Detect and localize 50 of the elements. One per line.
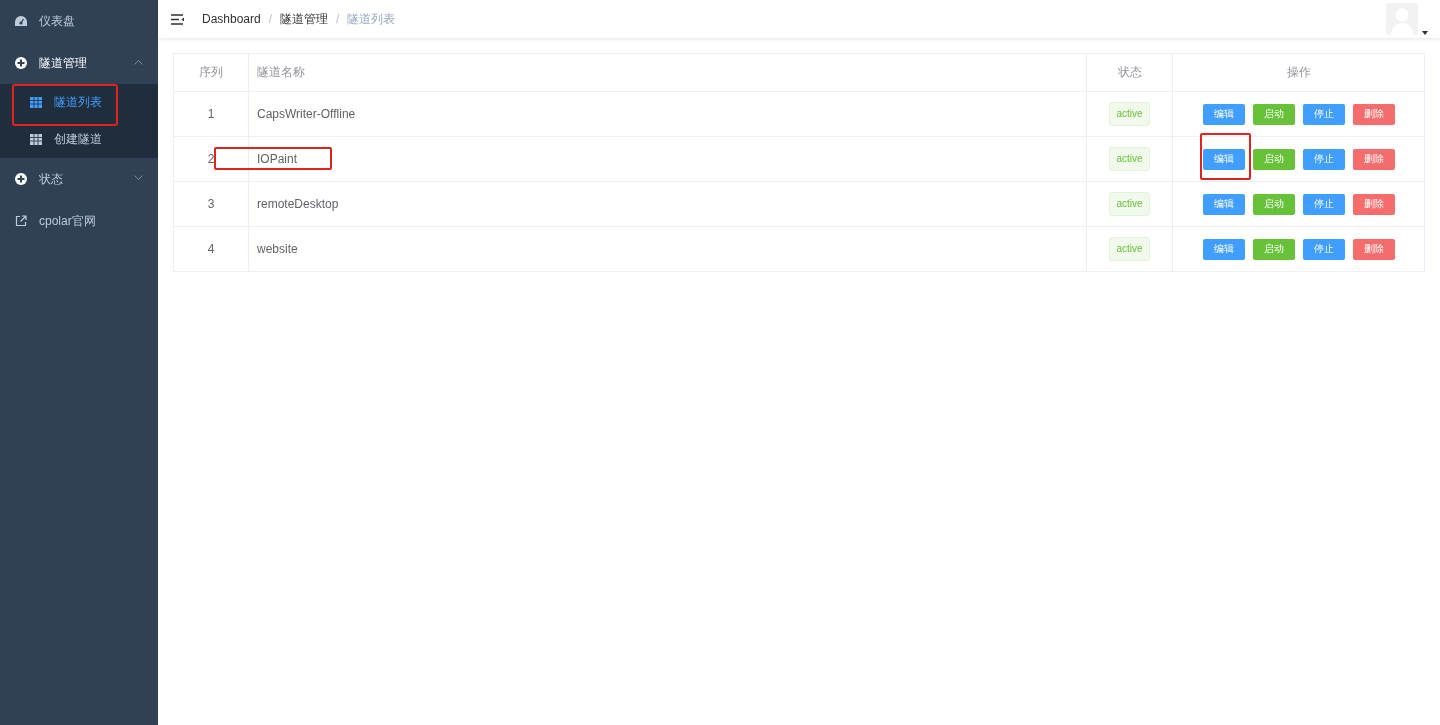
sidebar-item[interactable]: 仪表盘 [0,0,158,42]
action-button[interactable]: 停止 [1302,103,1345,125]
action-button[interactable]: 编辑 [1202,238,1245,260]
table-icon [30,97,42,108]
plus-circle-icon [15,173,27,185]
column-header: 隧道名称 [248,53,1087,92]
action-button[interactable]: 删除 [1352,148,1395,170]
sidebar-item[interactable]: 隧道管理 [0,42,158,84]
action-button[interactable]: 停止 [1302,148,1345,170]
column-header: 序列 [173,53,249,92]
breadcrumb-separator: / [336,12,340,26]
action-button[interactable]: 编辑 [1202,193,1245,215]
breadcrumb-item[interactable]: Dashboard [202,12,261,26]
action-button[interactable]: 删除 [1352,193,1395,215]
sidebar-item[interactable]: 状态 [0,158,158,200]
action-button[interactable]: 启动 [1252,103,1295,125]
table-icon [30,134,42,145]
action-button[interactable]: 启动 [1252,238,1295,260]
action-button[interactable]: 启动 [1252,193,1295,215]
breadcrumb-item[interactable]: 隧道管理 [280,10,329,28]
sidebar-item[interactable]: 隧道列表 [0,84,158,121]
table-cell: 4 [173,226,249,272]
action-button[interactable]: 停止 [1302,238,1345,260]
plus-circle-icon [15,57,27,69]
caret-down-icon[interactable] [1422,31,1428,35]
status-tag: active [1109,192,1150,216]
sidebar-item[interactable]: 创建隧道 [0,121,158,158]
table-cell: website [248,226,1087,272]
status-tag: active [1109,237,1150,261]
action-button[interactable]: 启动 [1252,148,1295,170]
breadcrumb-item: 隧道列表 [347,10,396,28]
external-link-icon [15,215,27,227]
sidebar-item[interactable]: cpolar官网 [0,200,158,242]
column-header: 状态 [1086,53,1173,92]
dashboard-icon [15,16,27,26]
table-cell: 3 [173,181,249,227]
action-button[interactable]: 编辑 [1202,103,1245,125]
status-tag: active [1109,102,1150,126]
breadcrumb-separator: / [268,12,273,26]
action-button[interactable]: 删除 [1352,238,1395,260]
action-button[interactable]: 编辑 [1202,148,1245,170]
action-button[interactable]: 删除 [1352,103,1395,125]
table-cell: CapsWriter-Offline [248,91,1087,137]
table-cell: 2 [173,136,249,182]
menu-fold-icon[interactable] [171,13,184,25]
action-button[interactable]: 停止 [1302,193,1345,215]
table-cell: remoteDesktop [248,181,1087,227]
column-header: 操作 [1172,53,1425,92]
table-cell: 1 [173,91,249,137]
status-tag: active [1109,147,1150,171]
